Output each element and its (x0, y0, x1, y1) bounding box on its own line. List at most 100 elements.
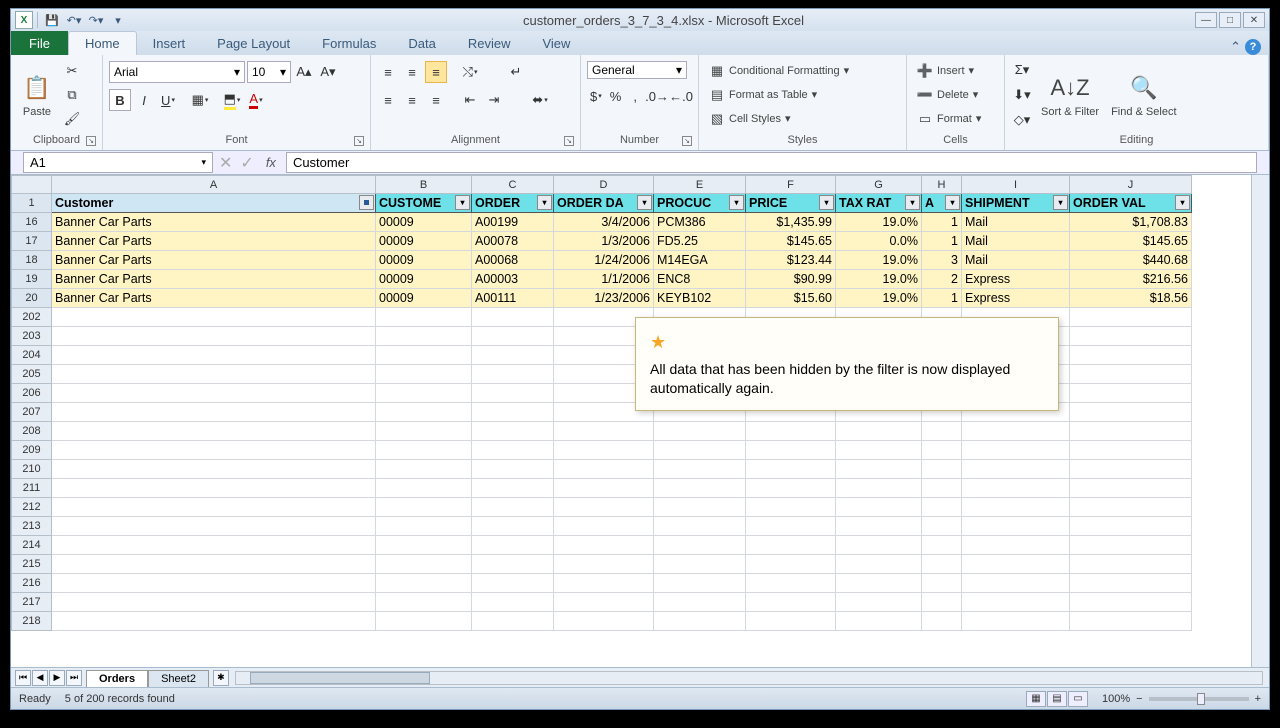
empty-cell[interactable] (554, 498, 654, 517)
column-header[interactable]: B (376, 176, 472, 194)
empty-cell[interactable] (554, 479, 654, 498)
sheet-nav-first-icon[interactable]: ⏮ (15, 670, 31, 686)
view-normal-icon[interactable]: ▦ (1026, 691, 1046, 707)
delete-cells-button[interactable]: ➖Delete ▾ (913, 86, 985, 104)
empty-cell[interactable] (472, 327, 554, 346)
data-cell[interactable]: 00009 (376, 251, 472, 270)
empty-cell[interactable] (746, 441, 836, 460)
empty-cell[interactable] (52, 536, 376, 555)
data-cell[interactable]: 1/23/2006 (554, 289, 654, 308)
empty-cell[interactable] (922, 612, 962, 631)
empty-cell[interactable] (836, 422, 922, 441)
empty-cell[interactable] (836, 441, 922, 460)
autosum-icon[interactable]: Σ▾ (1011, 59, 1033, 81)
sheet-nav-next-icon[interactable]: ▶ (49, 670, 65, 686)
empty-cell[interactable] (376, 479, 472, 498)
fx-icon[interactable]: fx (258, 155, 284, 170)
empty-cell[interactable] (1070, 403, 1192, 422)
empty-cell[interactable] (654, 574, 746, 593)
empty-cell[interactable] (1070, 517, 1192, 536)
horizontal-scrollbar[interactable] (235, 671, 1263, 685)
data-cell[interactable]: A00199 (472, 213, 554, 232)
data-cell[interactable]: 0.0% (836, 232, 922, 251)
decrease-decimal-icon[interactable]: ←.0 (670, 85, 692, 107)
zoom-slider[interactable] (1149, 697, 1249, 701)
tab-review[interactable]: Review (452, 32, 527, 55)
empty-cell[interactable] (654, 479, 746, 498)
data-cell[interactable]: 19.0% (836, 251, 922, 270)
empty-cell[interactable] (472, 441, 554, 460)
file-tab[interactable]: File (11, 31, 68, 55)
empty-cell[interactable] (922, 441, 962, 460)
align-center-icon[interactable]: ≡ (401, 89, 423, 111)
format-cells-button[interactable]: ▭Format ▾ (913, 110, 985, 128)
empty-cell[interactable] (654, 593, 746, 612)
data-cell[interactable]: Banner Car Parts (52, 289, 376, 308)
empty-cell[interactable] (376, 536, 472, 555)
empty-cell[interactable] (52, 441, 376, 460)
empty-cell[interactable] (376, 612, 472, 631)
empty-cell[interactable] (554, 460, 654, 479)
empty-cell[interactable] (746, 536, 836, 555)
format-as-table-button[interactable]: ▤Format as Table ▾ (705, 86, 853, 104)
row-header[interactable]: 210 (12, 460, 52, 479)
empty-cell[interactable] (922, 536, 962, 555)
percent-icon[interactable]: % (607, 85, 625, 107)
qat-customize-icon[interactable]: ▾ (108, 11, 128, 29)
empty-cell[interactable] (746, 498, 836, 517)
data-cell[interactable]: Banner Car Parts (52, 232, 376, 251)
data-cell[interactable]: 00009 (376, 213, 472, 232)
row-header[interactable]: 1 (12, 194, 52, 213)
empty-cell[interactable] (376, 422, 472, 441)
empty-cell[interactable] (376, 574, 472, 593)
data-cell[interactable]: Mail (962, 232, 1070, 251)
empty-cell[interactable] (922, 593, 962, 612)
filter-dropdown-icon[interactable]: ▾ (637, 195, 652, 210)
fill-icon[interactable]: ⬇▾ (1011, 84, 1033, 106)
empty-cell[interactable] (962, 574, 1070, 593)
empty-cell[interactable] (52, 574, 376, 593)
empty-cell[interactable] (1070, 612, 1192, 631)
empty-cell[interactable] (922, 574, 962, 593)
tab-page-layout[interactable]: Page Layout (201, 32, 306, 55)
empty-cell[interactable] (554, 612, 654, 631)
sheet-tab-orders[interactable]: Orders (86, 670, 148, 687)
empty-cell[interactable] (1070, 365, 1192, 384)
data-cell[interactable]: 19.0% (836, 270, 922, 289)
cell-styles-button[interactable]: ▧Cell Styles ▾ (705, 110, 853, 128)
data-cell[interactable]: 3 (922, 251, 962, 270)
empty-cell[interactable] (472, 346, 554, 365)
empty-cell[interactable] (836, 498, 922, 517)
data-cell[interactable]: Banner Car Parts (52, 251, 376, 270)
empty-cell[interactable] (376, 517, 472, 536)
data-cell[interactable]: 1/3/2006 (554, 232, 654, 251)
empty-cell[interactable] (52, 384, 376, 403)
empty-cell[interactable] (654, 517, 746, 536)
row-header[interactable]: 19 (12, 270, 52, 289)
empty-cell[interactable] (654, 612, 746, 631)
empty-cell[interactable] (376, 498, 472, 517)
empty-cell[interactable] (472, 365, 554, 384)
orientation-icon[interactable]: ⤭▾ (459, 61, 481, 83)
font-size-combo[interactable]: 10▾ (247, 61, 291, 83)
empty-cell[interactable] (746, 479, 836, 498)
empty-cell[interactable] (1070, 384, 1192, 403)
empty-cell[interactable] (654, 555, 746, 574)
filter-dropdown-icon[interactable]: ▾ (1175, 195, 1190, 210)
empty-cell[interactable] (922, 498, 962, 517)
data-cell[interactable]: 00009 (376, 289, 472, 308)
accounting-icon[interactable]: $▾ (587, 85, 605, 107)
align-left-icon[interactable]: ≡ (377, 89, 399, 111)
filter-header-cell[interactable]: A▾ (922, 194, 962, 213)
filter-header-cell[interactable]: TAX RAT▾ (836, 194, 922, 213)
empty-cell[interactable] (836, 555, 922, 574)
empty-cell[interactable] (472, 479, 554, 498)
redo-icon[interactable]: ↷▾ (86, 11, 106, 29)
empty-cell[interactable] (1070, 555, 1192, 574)
empty-cell[interactable] (554, 593, 654, 612)
row-header[interactable]: 202 (12, 308, 52, 327)
data-cell[interactable]: $1,435.99 (746, 213, 836, 232)
empty-cell[interactable] (962, 517, 1070, 536)
data-cell[interactable]: $216.56 (1070, 270, 1192, 289)
filter-header-cell[interactable]: CUSTOME▾ (376, 194, 472, 213)
